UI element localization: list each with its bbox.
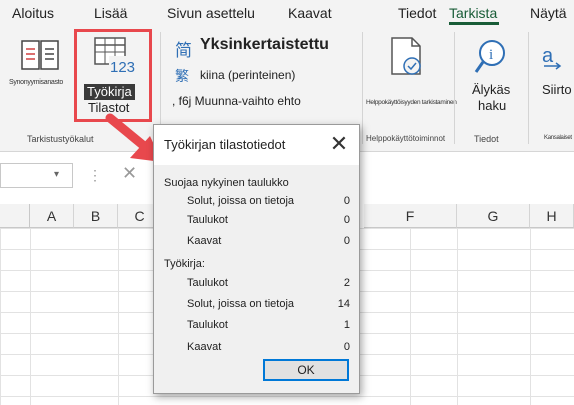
smart-lookup-label-2: haku <box>478 98 507 113</box>
accessibility-small-label: Helppokäyttöisyyden tarkistaminen <box>366 99 457 106</box>
ribbon-separator <box>362 32 363 144</box>
workbook-sheets-value: 2 <box>343 277 350 289</box>
tab-review[interactable]: Tarkista <box>449 5 497 21</box>
close-icon[interactable]: ✕ <box>326 131 352 157</box>
tab-view[interactable]: Näytä <box>530 5 567 21</box>
cancel-entry-icon[interactable]: ✕ <box>122 163 137 184</box>
grid-line <box>30 228 31 405</box>
simplified-icon: 简 <box>175 41 192 60</box>
traditional-chinese-button[interactable]: 繁 kiina (perinteinen) <box>172 66 352 86</box>
simplified-chinese-button[interactable]: 简 Yksinkertaistettu <box>172 36 352 60</box>
thesaurus-label: Synonyymisanasto <box>9 79 63 86</box>
column-header-a[interactable]: A <box>30 204 74 228</box>
tab-page-layout[interactable]: Sivun asettelu <box>167 5 255 21</box>
current-sheet-heading: Suojaa nykyinen taulukko <box>164 177 289 189</box>
highlight-annotation-box <box>74 29 152 122</box>
workbook-tables-value: 1 <box>343 319 350 331</box>
workbook-cells-value: 14 <box>337 298 350 310</box>
ribbon-separator <box>454 32 455 144</box>
svg-text:i: i <box>489 47 493 63</box>
tab-insert[interactable]: Lisää <box>94 5 127 21</box>
dialog-title: Työkirjan tilastotiedot <box>164 137 286 152</box>
dialog-titlebar[interactable]: Työkirjan tilastotiedot ✕ <box>154 125 359 165</box>
name-box-dropdown-icon[interactable]: ▾ <box>54 169 59 180</box>
convert-label: , f6j Muunna-vaihto ehto <box>172 94 301 108</box>
column-header-h[interactable]: H <box>530 204 574 228</box>
translate-icon: a <box>542 45 562 70</box>
tab-formulas[interactable]: Kaavat <box>288 5 332 21</box>
ok-button[interactable]: OK <box>263 359 349 381</box>
grid-line <box>457 228 458 405</box>
translate-button[interactable]: a Siirto <box>536 34 574 124</box>
current-formulas-label: Kaavat <box>187 235 222 247</box>
workbook-formulas-value: 0 <box>343 341 350 353</box>
select-all-corner[interactable] <box>0 204 30 228</box>
traditional-icon: 繁 <box>175 68 189 84</box>
svg-text:a: a <box>542 45 554 67</box>
smart-lookup-icon: i <box>474 40 505 73</box>
grid-line <box>118 228 119 405</box>
column-header-b[interactable]: B <box>74 204 118 228</box>
convert-options-button[interactable]: , f6j Muunna-vaihto ehto <box>172 94 360 112</box>
grid-line <box>410 228 411 405</box>
workbook-heading: Työkirja: <box>164 258 205 270</box>
thesaurus-button[interactable]: Synonyymisanasto <box>8 34 70 94</box>
traditional-label: kiina (perinteinen) <box>200 68 296 82</box>
formula-bar-grip-icon[interactable]: ⋮ <box>88 167 102 184</box>
accessibility-group-label: Helppokäyttötoiminnot <box>366 134 446 143</box>
current-cells-value: 0 <box>343 195 350 207</box>
proofing-group-label: Tarkistustyökalut <box>27 134 94 144</box>
column-header-g[interactable]: G <box>457 204 530 228</box>
book-icon <box>21 40 59 70</box>
ribbon-separator <box>528 32 529 144</box>
workbook-cells-label: Solut, joissa on tietoja <box>187 298 295 310</box>
active-tab-indicator <box>449 22 499 25</box>
tab-data[interactable]: Tiedot <box>398 5 436 21</box>
smart-lookup-label-1: Älykäs <box>472 82 511 97</box>
current-tables-label: Taulukot <box>187 214 228 226</box>
name-box[interactable] <box>0 163 73 188</box>
workbook-sheets-label: Taulukot <box>187 277 228 289</box>
current-formulas-value: 0 <box>343 235 350 247</box>
column-header-f[interactable]: F <box>364 204 457 228</box>
current-tables-value: 0 <box>343 214 350 226</box>
check-accessibility-button[interactable]: Helppokäyttöisyyden tarkistaminen <box>366 34 457 114</box>
excel-window: Aloitus Lisää Sivun asettelu Kaavat Tied… <box>0 0 574 405</box>
translate-small-label: Kansalaiset <box>544 135 572 141</box>
translate-label: Siirto <box>542 82 572 97</box>
simplified-label: Yksinkertaistettu <box>200 36 329 53</box>
stats-top-label: Työkirja <box>84 84 135 100</box>
workbook-tables-label: Taulukot <box>187 319 228 331</box>
insights-group-label: Tiedot <box>474 134 499 144</box>
grid-line <box>530 228 531 405</box>
current-cells-label: Solut, joissa on tietoja <box>187 195 295 207</box>
tab-home[interactable]: Aloitus <box>12 5 54 21</box>
accessibility-check-icon <box>391 37 421 75</box>
smart-lookup-button[interactable]: i Älykäs haku <box>462 34 524 124</box>
ribbon-tabs: Aloitus Lisää Sivun asettelu Kaavat Tied… <box>0 0 574 26</box>
workbook-formulas-label: Kaavat <box>187 341 222 353</box>
workbook-statistics-dialog: Työkirjan tilastotiedot ✕ Suojaa nykyine… <box>153 124 360 394</box>
